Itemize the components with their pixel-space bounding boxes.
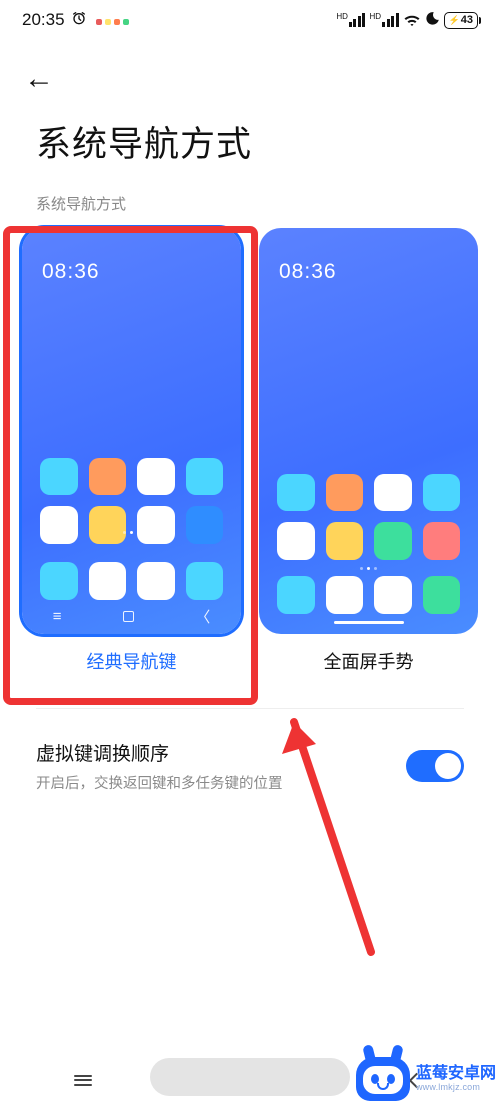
three-button-nav-icon: ≡ 〈: [22, 600, 241, 634]
watermark: 蓝莓安卓网 www.lmkjz.com: [356, 1057, 496, 1101]
status-right: HD HD ⚡ 43: [336, 11, 478, 29]
header-row: ←: [0, 40, 500, 104]
signal-2: HD: [369, 13, 398, 27]
option-label-gesture: 全面屏手势: [324, 648, 414, 674]
home-icon: [123, 611, 134, 622]
device-recents-button[interactable]: [0, 1072, 167, 1088]
back-button[interactable]: ←: [24, 62, 54, 95]
watermark-url: www.lmkjz.com: [416, 1083, 496, 1093]
battery-pct: 43: [461, 14, 473, 26]
page-indicator: [22, 531, 241, 534]
preview-time: 08:36: [22, 228, 241, 284]
preview-classic: 08:36 ≡ 〈: [22, 228, 241, 634]
option-classic-nav[interactable]: 08:36 ≡ 〈 经典导航键: [22, 228, 241, 674]
wifi-icon: [403, 13, 421, 27]
battery-indicator: ⚡ 43: [444, 12, 478, 29]
toggle-knob: [435, 753, 461, 779]
page-title: 系统导航方式: [0, 104, 500, 193]
preview-dock: [22, 562, 241, 600]
preview-dock: [259, 576, 478, 614]
status-left: 20:35: [22, 10, 129, 31]
charging-icon: ⚡: [449, 15, 460, 26]
page-indicator: [259, 567, 478, 570]
gesture-bar-icon: [334, 621, 404, 624]
swap-keys-setting[interactable]: 虚拟键调换顺序 开启后，交换返回键和多任务键的位置: [0, 709, 500, 793]
swap-keys-toggle[interactable]: [406, 750, 464, 782]
back-icon: 〈: [195, 606, 210, 627]
option-label-classic: 经典导航键: [87, 648, 177, 674]
signal-1: HD: [336, 13, 365, 27]
preview-app-grid: [259, 474, 478, 560]
nav-options-row: 08:36 ≡ 〈 经典导航键 08:36: [0, 228, 500, 674]
status-time: 20:35: [22, 10, 65, 30]
option-gesture-nav[interactable]: 08:36 全面屏手势: [259, 228, 478, 674]
watermark-name: 蓝莓安卓网: [416, 1065, 496, 1083]
preview-gesture: 08:36: [259, 228, 478, 634]
annotation-arrow-icon: [276, 702, 386, 962]
section-label: 系统导航方式: [0, 193, 500, 228]
dnd-icon: [425, 11, 440, 29]
notification-dots: [93, 10, 129, 30]
preview-time: 08:36: [259, 228, 478, 284]
nav-pill-bg: [150, 1058, 350, 1096]
alarm-icon: [71, 10, 87, 31]
recents-icon: ≡: [53, 608, 62, 625]
status-bar: 20:35 HD HD ⚡ 43: [0, 0, 500, 40]
mascot-icon: [356, 1057, 410, 1101]
